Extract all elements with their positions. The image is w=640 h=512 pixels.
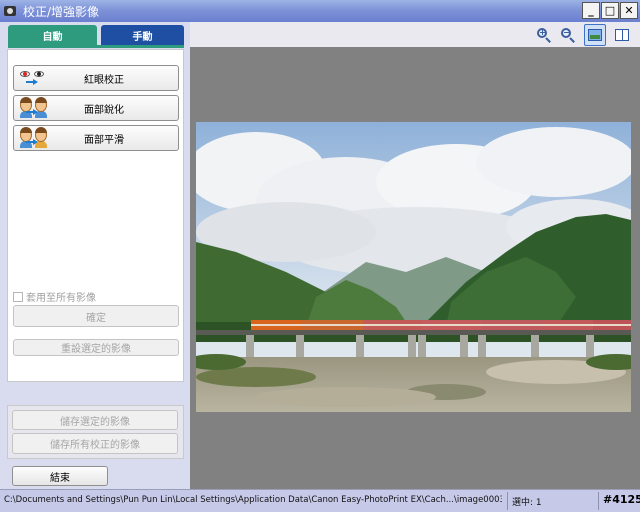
face-smooth-button[interactable]: 面部平滑 [13,125,179,151]
single-view-button[interactable] [584,24,606,46]
image-watermark: #4125 [603,493,640,506]
image-viewer [190,47,640,489]
zoom-in-icon [537,28,551,43]
status-bar: C:\Documents and Settings\Pun Pun Lin\Lo… [0,489,640,512]
face-smooth-icon [18,127,52,149]
status-separator [507,492,508,510]
tab-manual[interactable]: 手動 [101,25,184,45]
maximize-button[interactable]: □ [601,2,619,19]
tab-auto[interactable]: 自動 [8,25,97,45]
apply-all-row[interactable]: 套用至所有影像 [13,289,96,304]
apply-all-checkbox[interactable] [13,291,23,302]
window-title: 校正/增強影像 [23,4,100,19]
window-controls: _ □ ✕ [582,2,638,19]
status-selected-count: 選中: 1 [512,498,542,508]
face-smooth-label: 面部平滑 [84,134,124,146]
apply-all-label: 套用至所有影像 [26,293,96,304]
red-eye-button[interactable]: 紅眼校正 [13,65,179,91]
title-bar: 校正/增強影像 _ □ ✕ [0,0,640,22]
left-panel: 自動 手動 紅眼校正 面部銳化 面部平滑 套用至所有影像 確定 重設選定的影像 … [0,22,190,489]
confirm-button[interactable]: 確定 [13,305,179,327]
red-eye-icon [18,67,52,89]
red-eye-label: 紅眼校正 [84,74,124,86]
save-panel: 儲存選定的影像 儲存所有校正的影像 [7,405,184,459]
single-view-icon [588,29,602,41]
zoom-in-button[interactable] [534,25,554,45]
mode-tabs: 自動 手動 [8,25,184,45]
save-all-button[interactable]: 儲存所有校正的影像 [12,433,178,454]
compare-view-button[interactable] [612,25,632,45]
preview-image[interactable] [196,122,631,412]
tab-underline [8,45,184,48]
face-sharpen-button[interactable]: 面部銳化 [13,95,179,121]
save-selected-button[interactable]: 儲存選定的影像 [12,410,178,430]
close-button[interactable]: ✕ [620,2,638,19]
status-separator [598,492,599,510]
zoom-out-icon [561,28,575,43]
reset-selected-button[interactable]: 重設選定的影像 [13,339,179,356]
status-file-path: C:\Documents and Settings\Pun Pun Lin\Lo… [4,495,502,505]
app-icon [3,3,19,19]
auto-panel: 紅眼校正 面部銳化 面部平滑 套用至所有影像 確定 重設選定的影像 [7,49,184,382]
compare-view-icon [615,29,629,41]
zoom-out-button[interactable] [558,25,578,45]
face-sharpen-icon [18,97,52,119]
landscape-photo [196,122,631,412]
face-sharpen-label: 面部銳化 [84,104,124,116]
exit-button[interactable]: 結束 [12,466,108,486]
minimize-button[interactable]: _ [582,2,600,19]
view-toolbar [190,22,640,47]
